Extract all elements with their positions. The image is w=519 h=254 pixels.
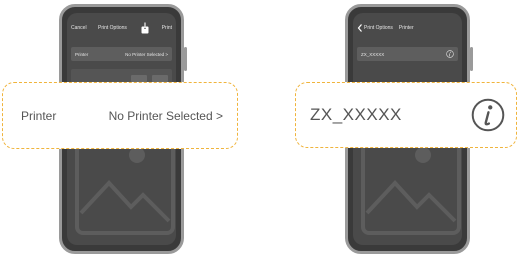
printer-row-callout[interactable]: Printer No Printer Selected > xyxy=(2,82,238,149)
printer-row[interactable]: Printer No Printer Selected > xyxy=(71,47,172,61)
callout-printer-label: Printer xyxy=(21,108,57,123)
info-icon[interactable] xyxy=(470,97,506,133)
nav-title: Printer xyxy=(398,25,414,31)
print-button[interactable]: Print xyxy=(162,25,172,31)
stepper-control[interactable] xyxy=(130,75,147,82)
share-icon[interactable] xyxy=(138,22,150,34)
printer-name: ZX_XXXXX xyxy=(361,51,385,57)
cancel-button[interactable]: Cancel xyxy=(71,25,87,31)
stepper-control[interactable] xyxy=(152,75,168,82)
print-options-nav-bar: Cancel Print Options Print xyxy=(67,13,176,43)
printer-item-callout[interactable]: ZX_XXXXX xyxy=(295,82,517,148)
chevron-left-icon xyxy=(357,24,362,32)
callout-printer-value: No Printer Selected > xyxy=(108,108,223,123)
printer-row-value: No Printer Selected > xyxy=(125,51,168,57)
printer-nav-bar: Print Options Printer xyxy=(353,13,462,43)
back-button-label: Print Options xyxy=(364,25,393,31)
info-icon[interactable] xyxy=(446,50,454,58)
back-button[interactable]: Print Options xyxy=(357,24,393,32)
callout-printer-name: ZX_XXXXX xyxy=(310,105,402,124)
phone-side-button xyxy=(184,47,187,71)
phone-side-button xyxy=(470,47,473,71)
printer-list-item[interactable]: ZX_XXXXX xyxy=(357,47,458,61)
nav-title: Print Options xyxy=(97,25,127,31)
printer-row-label: Printer xyxy=(75,51,89,57)
